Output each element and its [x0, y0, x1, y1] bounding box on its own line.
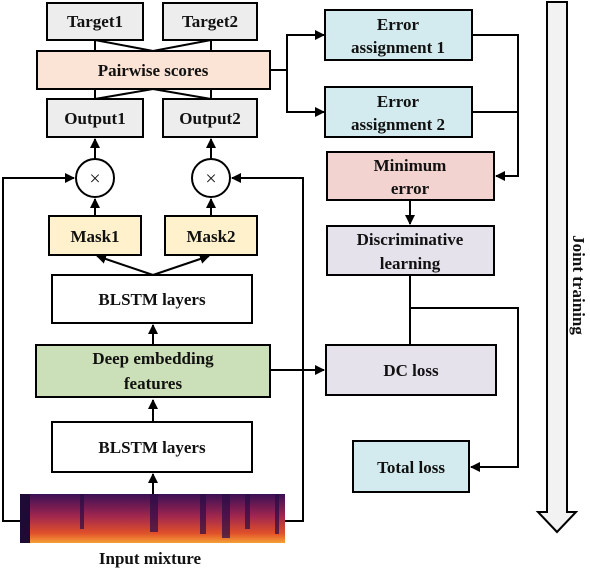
- output1-label: Output1: [64, 109, 125, 128]
- embedding-label-1: Deep embedding: [92, 349, 214, 368]
- output2-label: Output2: [179, 109, 240, 128]
- error1-label-1: Error: [377, 15, 420, 34]
- spectrogram-image: [20, 494, 285, 543]
- discriminative-label-1: Discriminative: [357, 230, 464, 249]
- arrow: [96, 254, 154, 276]
- diagram-canvas: Target1 Target2 Pairwise scores Output1 …: [2, 1, 588, 568]
- input-mixture-label: Input mixture: [99, 549, 202, 568]
- min-error-label-2: error: [391, 179, 430, 198]
- dc-loss-label: DC loss: [383, 361, 439, 380]
- joint-training-label: Joint training: [569, 235, 588, 335]
- blstm-top-label: BLSTM layers: [98, 290, 206, 309]
- target2-label: Target2: [182, 12, 238, 31]
- error2-label-1: Error: [377, 92, 420, 111]
- total-loss-label: Total loss: [377, 458, 445, 477]
- error2-label-2: assignment 2: [351, 115, 445, 134]
- multiply-icon: ×: [205, 168, 216, 190]
- output-connector: [94, 87, 212, 100]
- target1-label: Target1: [67, 12, 123, 31]
- discriminative-label-2: learning: [380, 254, 441, 273]
- arrow: [152, 254, 210, 276]
- min-error-label-1: Minimum: [374, 156, 447, 175]
- target-connector: [94, 39, 212, 53]
- bracket: [286, 34, 323, 113]
- mask1-label: Mask1: [70, 227, 119, 246]
- embedding-label-2: features: [124, 374, 183, 393]
- error1-label-2: assignment 1: [351, 38, 445, 57]
- joint-training-diagram: Target1 Target2 Pairwise scores Output1 …: [0, 0, 590, 570]
- multiply-icon: ×: [89, 168, 100, 190]
- blstm-bottom-label: BLSTM layers: [98, 438, 206, 457]
- mask2-label: Mask2: [186, 227, 235, 246]
- pairwise-label: Pairwise scores: [98, 61, 209, 80]
